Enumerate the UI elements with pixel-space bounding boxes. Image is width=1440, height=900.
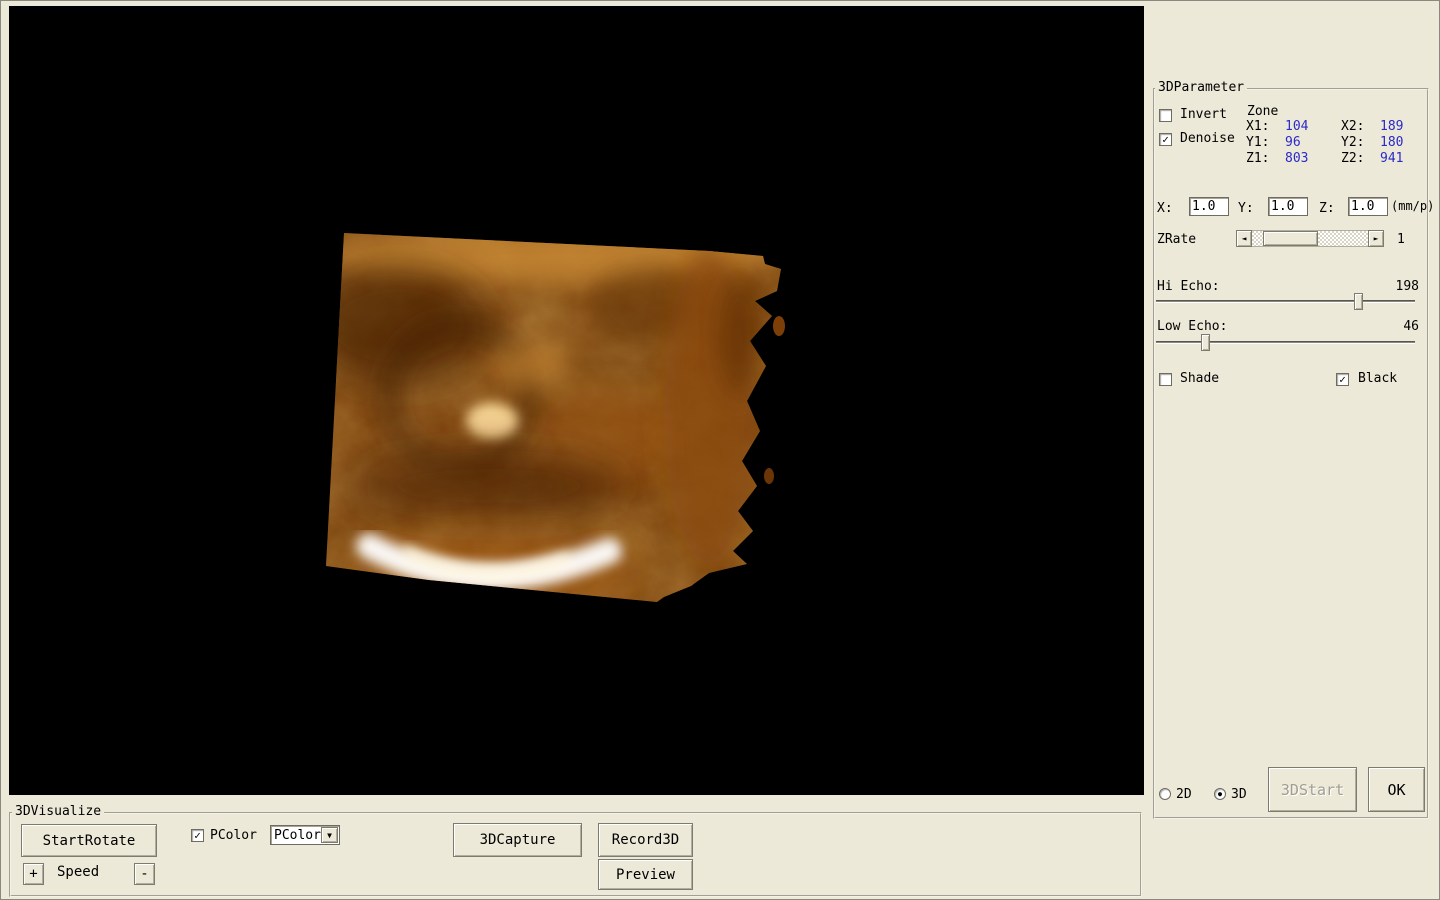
- scale-y-input[interactable]: [1268, 197, 1308, 216]
- pcolor-label: PColor: [210, 828, 257, 843]
- low-echo-track[interactable]: [1156, 341, 1415, 344]
- pcolor-checkbox[interactable]: ✓: [191, 829, 204, 842]
- scale-z-label: Z:: [1319, 201, 1335, 216]
- low-echo-value: 46: [1403, 319, 1419, 334]
- mode-2d-radio[interactable]: [1159, 788, 1171, 800]
- zone-x2-label: X2:: [1341, 119, 1365, 134]
- check-icon: ✓: [1339, 373, 1346, 386]
- zone-z1-value: 803: [1285, 151, 1309, 166]
- scroll-right-icon: ►: [1373, 234, 1379, 243]
- zone-y2-value: 180: [1380, 135, 1404, 150]
- scroll-left-icon: ◄: [1241, 234, 1247, 243]
- ultrasound-volume-render: [9, 6, 1144, 795]
- scroll-right-button[interactable]: ►: [1368, 230, 1384, 247]
- ok-button[interactable]: OK: [1368, 767, 1425, 812]
- hi-echo-track[interactable]: [1156, 300, 1415, 303]
- zrate-label: ZRate: [1157, 232, 1197, 247]
- invert-checkbox[interactable]: [1159, 109, 1172, 122]
- visualize-group-title: 3DVisualize: [12, 804, 105, 819]
- radio-dot-icon: ●: [1217, 789, 1223, 798]
- zrate-value: 1: [1397, 232, 1405, 247]
- scale-x-input[interactable]: [1189, 197, 1229, 216]
- zone-z2-value: 941: [1380, 151, 1404, 166]
- record-3d-button[interactable]: Record3D: [598, 823, 693, 857]
- invert-label: Invert: [1180, 107, 1227, 122]
- zone-title: Zone: [1247, 104, 1279, 119]
- speed-label: Speed: [57, 864, 100, 880]
- check-icon: ✓: [194, 829, 201, 842]
- hi-echo-label: Hi Echo:: [1157, 279, 1220, 294]
- low-echo-label: Low Echo:: [1157, 319, 1228, 334]
- capture-3d-button[interactable]: 3DCapture: [453, 823, 582, 857]
- shade-label: Shade: [1180, 371, 1220, 386]
- scale-z-input[interactable]: [1348, 197, 1388, 216]
- scale-y-label: Y:: [1238, 201, 1254, 216]
- start-rotate-button[interactable]: StartRotate: [21, 824, 157, 857]
- black-label: Black: [1358, 371, 1398, 386]
- application-window: 3DParameter Invert ✓ Denoise Zone X1: 10…: [0, 0, 1440, 900]
- zone-y2-label: Y2:: [1341, 135, 1365, 150]
- render-viewport[interactable]: [9, 6, 1144, 795]
- start-3d-button[interactable]: 3DStart: [1268, 767, 1357, 812]
- scroll-left-button[interactable]: ◄: [1236, 230, 1252, 247]
- pcolor-select-value: PColor: [274, 827, 321, 843]
- low-echo-thumb[interactable]: [1201, 334, 1210, 351]
- zone-x1-label: X1:: [1246, 119, 1270, 134]
- scale-unit-label: (mm/p): [1391, 199, 1435, 213]
- zrate-scrollbar-track[interactable]: [1252, 230, 1368, 247]
- mode-3d-radio[interactable]: ●: [1214, 788, 1226, 800]
- mode-3d-label: 3D: [1231, 787, 1247, 802]
- scale-x-label: X:: [1157, 201, 1173, 216]
- denoise-label: Denoise: [1180, 131, 1235, 146]
- zrate-scrollbar[interactable]: ◄ ►: [1236, 230, 1384, 247]
- pcolor-select[interactable]: PColor ▼: [270, 825, 340, 845]
- dropdown-arrow-icon[interactable]: ▼: [321, 827, 338, 843]
- zone-z1-label: Z1:: [1246, 151, 1270, 166]
- zone-x2-value: 189: [1380, 119, 1404, 134]
- speed-decrease-button[interactable]: -: [134, 863, 155, 885]
- zrate-scrollbar-thumb[interactable]: [1263, 231, 1318, 246]
- mode-2d-label: 2D: [1176, 787, 1192, 802]
- zone-x1-value: 104: [1285, 119, 1309, 134]
- hi-echo-value: 198: [1395, 279, 1419, 294]
- shade-checkbox[interactable]: [1159, 373, 1172, 386]
- black-checkbox[interactable]: ✓: [1336, 373, 1349, 386]
- denoise-checkbox[interactable]: ✓: [1159, 133, 1172, 146]
- speed-increase-button[interactable]: +: [23, 863, 44, 885]
- hi-echo-thumb[interactable]: [1354, 293, 1363, 310]
- zone-y1-value: 96: [1285, 135, 1301, 150]
- zone-y1-label: Y1:: [1246, 135, 1270, 150]
- zone-z2-label: Z2:: [1341, 151, 1365, 166]
- check-icon: ✓: [1162, 133, 1169, 146]
- preview-button[interactable]: Preview: [598, 859, 693, 890]
- parameter-group-title: 3DParameter: [1155, 80, 1248, 95]
